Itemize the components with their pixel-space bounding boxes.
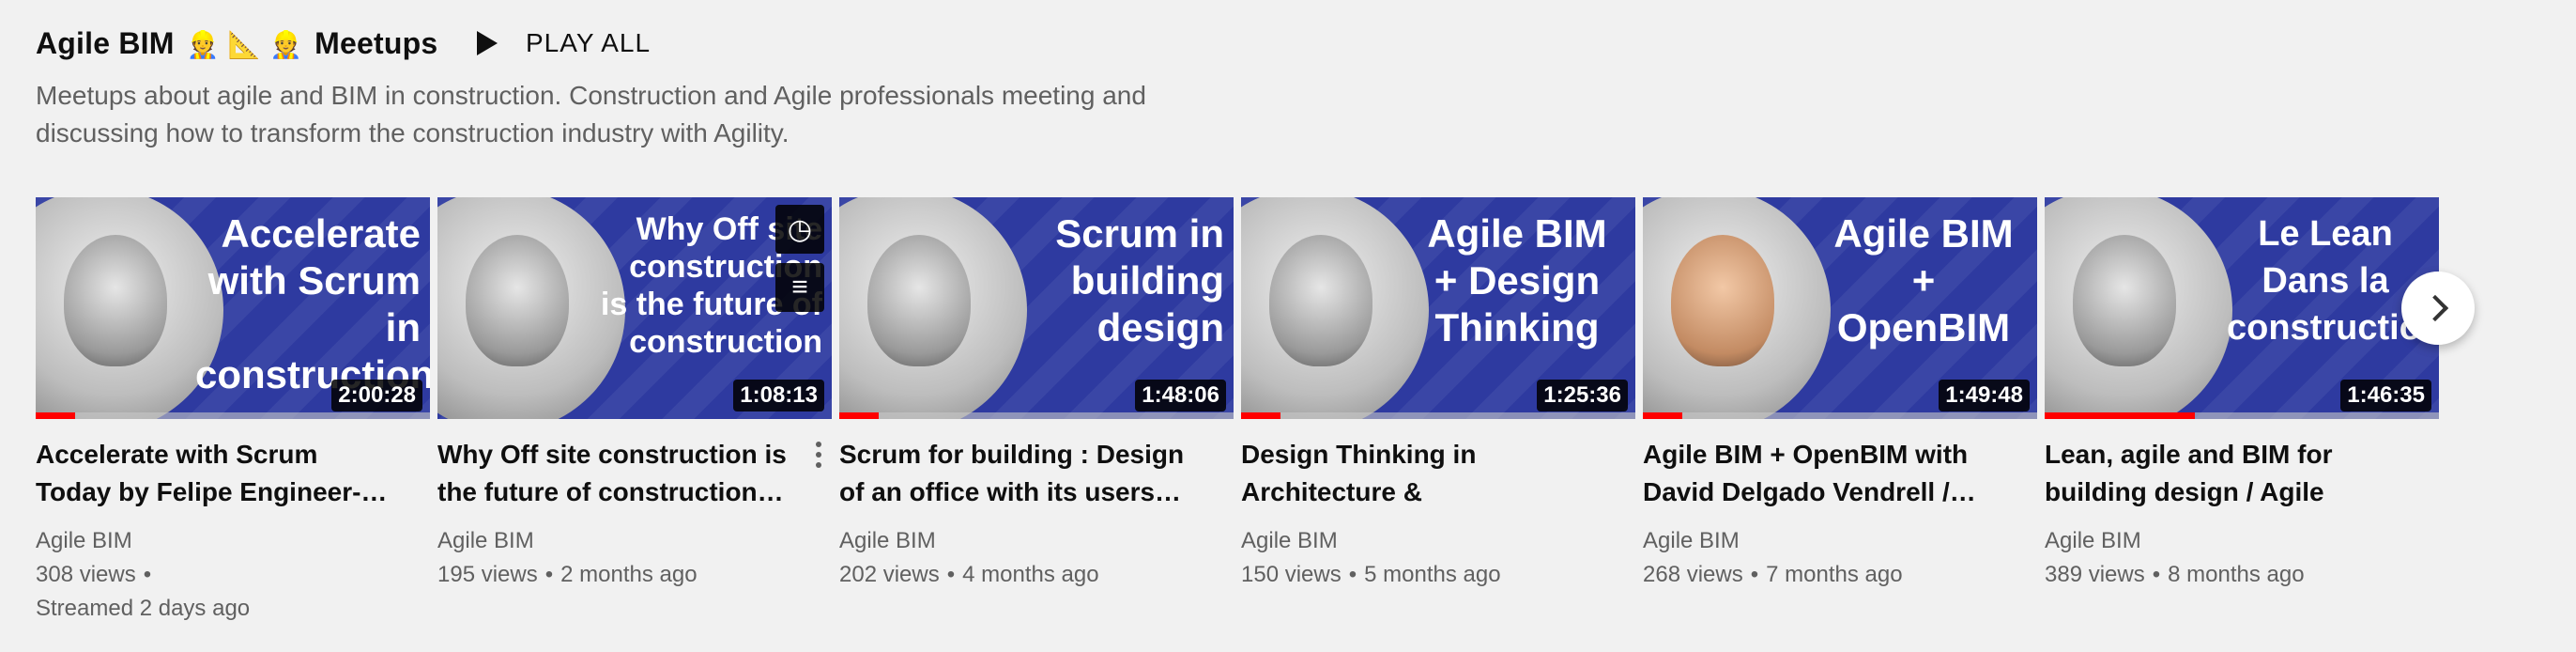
channel-name[interactable]: Agile BIM <box>839 524 1234 558</box>
thumbnail-text: Scrum in building design <box>1055 211 1224 349</box>
video-title[interactable]: Accelerate with Scrum Today by Felipe En… <box>36 436 392 511</box>
video-title[interactable]: Agile BIM + OpenBIM with David Delgado V… <box>1643 436 2000 511</box>
view-count: 150 views <box>1241 562 1342 587</box>
channel-name[interactable]: Agile BIM <box>1643 524 2037 558</box>
video-title[interactable]: Design Thinking in Architecture & constr… <box>1241 436 1598 511</box>
playlist-title-suffix: Meetups <box>314 25 438 60</box>
play-all-label: PLAY ALL <box>526 28 652 57</box>
video-meta: 268 views • 7 months ago <box>1643 558 2037 592</box>
presenter-photo <box>867 235 971 366</box>
channel-name[interactable]: Agile BIM <box>437 524 832 558</box>
watch-progress-track <box>36 412 430 419</box>
more-actions-icon[interactable] <box>805 434 832 475</box>
shelf-next-button[interactable] <box>2401 272 2475 345</box>
presenter-photo <box>466 235 569 366</box>
video-thumbnail[interactable]: Agile BIM + OpenBIM 1:49:48 <box>1643 197 2037 419</box>
video-duration: 1:25:36 <box>1537 380 1628 411</box>
video-thumbnail[interactable]: Le Lean Dans la construction 1:46:35 <box>2045 197 2439 419</box>
channel-name[interactable]: Agile BIM <box>2045 524 2439 558</box>
presenter-photo <box>1671 235 1774 366</box>
queue-icon[interactable]: ≡ <box>775 263 824 312</box>
hover-actions: ◷ ≡ <box>775 205 824 312</box>
play-icon <box>477 31 498 55</box>
video-card[interactable]: Scrum in building design 1:48:06 Scrum f… <box>839 197 1234 592</box>
upload-age: 5 months ago <box>1364 562 1501 587</box>
video-meta: 389 views • 8 months ago <box>2045 558 2439 592</box>
video-meta: 195 views • 2 months ago <box>437 558 832 592</box>
video-thumbnail[interactable]: Agile BIM + Design Thinking 1:25:36 <box>1241 197 1635 419</box>
separator-dot: • <box>1750 562 1759 587</box>
view-count: 202 views <box>839 562 940 587</box>
separator-dot: • <box>2152 562 2161 587</box>
video-meta: 150 views • 5 months ago <box>1241 558 1635 592</box>
play-all-button[interactable]: PLAY ALL <box>469 23 651 64</box>
watch-progress-track <box>839 412 1234 419</box>
video-card[interactable]: Agile BIM + OpenBIM 1:49:48 Agile BIM + … <box>1643 197 2037 592</box>
separator-dot: • <box>946 562 956 587</box>
video-title[interactable]: Why Off site construction is the future … <box>437 436 794 511</box>
video-thumbnail[interactable]: Accelerate with Scrum in construction 2:… <box>36 197 430 419</box>
watch-progress-track <box>1241 412 1635 419</box>
presenter-photo <box>1269 235 1372 366</box>
view-count: 389 views <box>2045 562 2145 587</box>
thumbnail-text: Agile BIM + Design Thinking <box>1427 211 1607 349</box>
channel-name[interactable]: Agile BIM <box>36 524 430 558</box>
watch-progress-fill <box>36 412 75 419</box>
upload-age: 7 months ago <box>1766 562 1903 587</box>
video-card[interactable]: Le Lean Dans la construction 1:46:35 Lea… <box>2045 197 2439 592</box>
stream-status: Streamed 2 days ago <box>36 596 251 621</box>
chevron-right-icon <box>2421 294 2449 322</box>
video-duration: 1:08:13 <box>733 380 824 411</box>
thumbnail-text: Agile BIM + OpenBIM <box>1833 211 2014 349</box>
playlist-title-main: Agile BIM <box>36 25 175 60</box>
channel-name[interactable]: Agile BIM <box>1241 524 1635 558</box>
watch-progress-fill <box>839 412 879 419</box>
video-duration: 1:46:35 <box>2340 380 2431 411</box>
video-thumbnail[interactable]: Scrum in building design 1:48:06 <box>839 197 1234 419</box>
upload-age: 8 months ago <box>2168 562 2305 587</box>
upload-age: 4 months ago <box>962 562 1099 587</box>
video-meta: 308 views • <box>36 558 430 592</box>
video-shelf: Accelerate with Scrum in construction 2:… <box>36 197 2552 629</box>
video-meta: 202 views • 4 months ago <box>839 558 1234 592</box>
video-duration: 1:48:06 <box>1135 380 1226 411</box>
watch-progress-track <box>1643 412 2037 419</box>
video-title[interactable]: Scrum for building : Design of an office… <box>839 436 1196 511</box>
separator-dot: • <box>544 562 554 587</box>
thumbnail-text: Accelerate with Scrum in construction <box>195 211 430 396</box>
video-duration: 2:00:28 <box>331 380 422 411</box>
video-title[interactable]: Lean, agile and BIM for building design … <box>2045 436 2401 511</box>
presenter-photo <box>64 235 167 366</box>
video-card[interactable]: Agile BIM + Design Thinking 1:25:36 Desi… <box>1241 197 1635 592</box>
thumbnail-text: Le Lean Dans la construction <box>2227 214 2439 348</box>
view-count: 195 views <box>437 562 538 587</box>
watch-progress-fill <box>2045 412 2195 419</box>
view-count: 308 views <box>36 562 136 587</box>
watch-progress-fill <box>1241 412 1280 419</box>
playlist-header: Agile BIM 👷 📐 👷 Meetups <box>36 23 437 64</box>
separator-dot: • <box>143 562 152 587</box>
presenter-photo <box>2073 235 2176 366</box>
playlist-description: Meetups about agile and BIM in construct… <box>36 81 1146 147</box>
upload-age: 2 months ago <box>560 562 698 587</box>
watch-progress-fill <box>1643 412 1682 419</box>
video-thumbnail[interactable]: Why Off site construction is the future … <box>437 197 832 419</box>
playlist-title-emojis: 👷 📐 👷 <box>186 28 303 60</box>
video-card[interactable]: Why Off site construction is the future … <box>437 197 832 592</box>
video-card[interactable]: Accelerate with Scrum in construction 2:… <box>36 197 430 626</box>
video-duration: 1:49:48 <box>1939 380 2030 411</box>
playlist-title[interactable]: Agile BIM 👷 📐 👷 Meetups <box>36 26 437 61</box>
watch-progress-track <box>2045 412 2439 419</box>
clock-icon[interactable]: ◷ <box>775 205 824 254</box>
view-count: 268 views <box>1643 562 1743 587</box>
separator-dot: • <box>1348 562 1357 587</box>
